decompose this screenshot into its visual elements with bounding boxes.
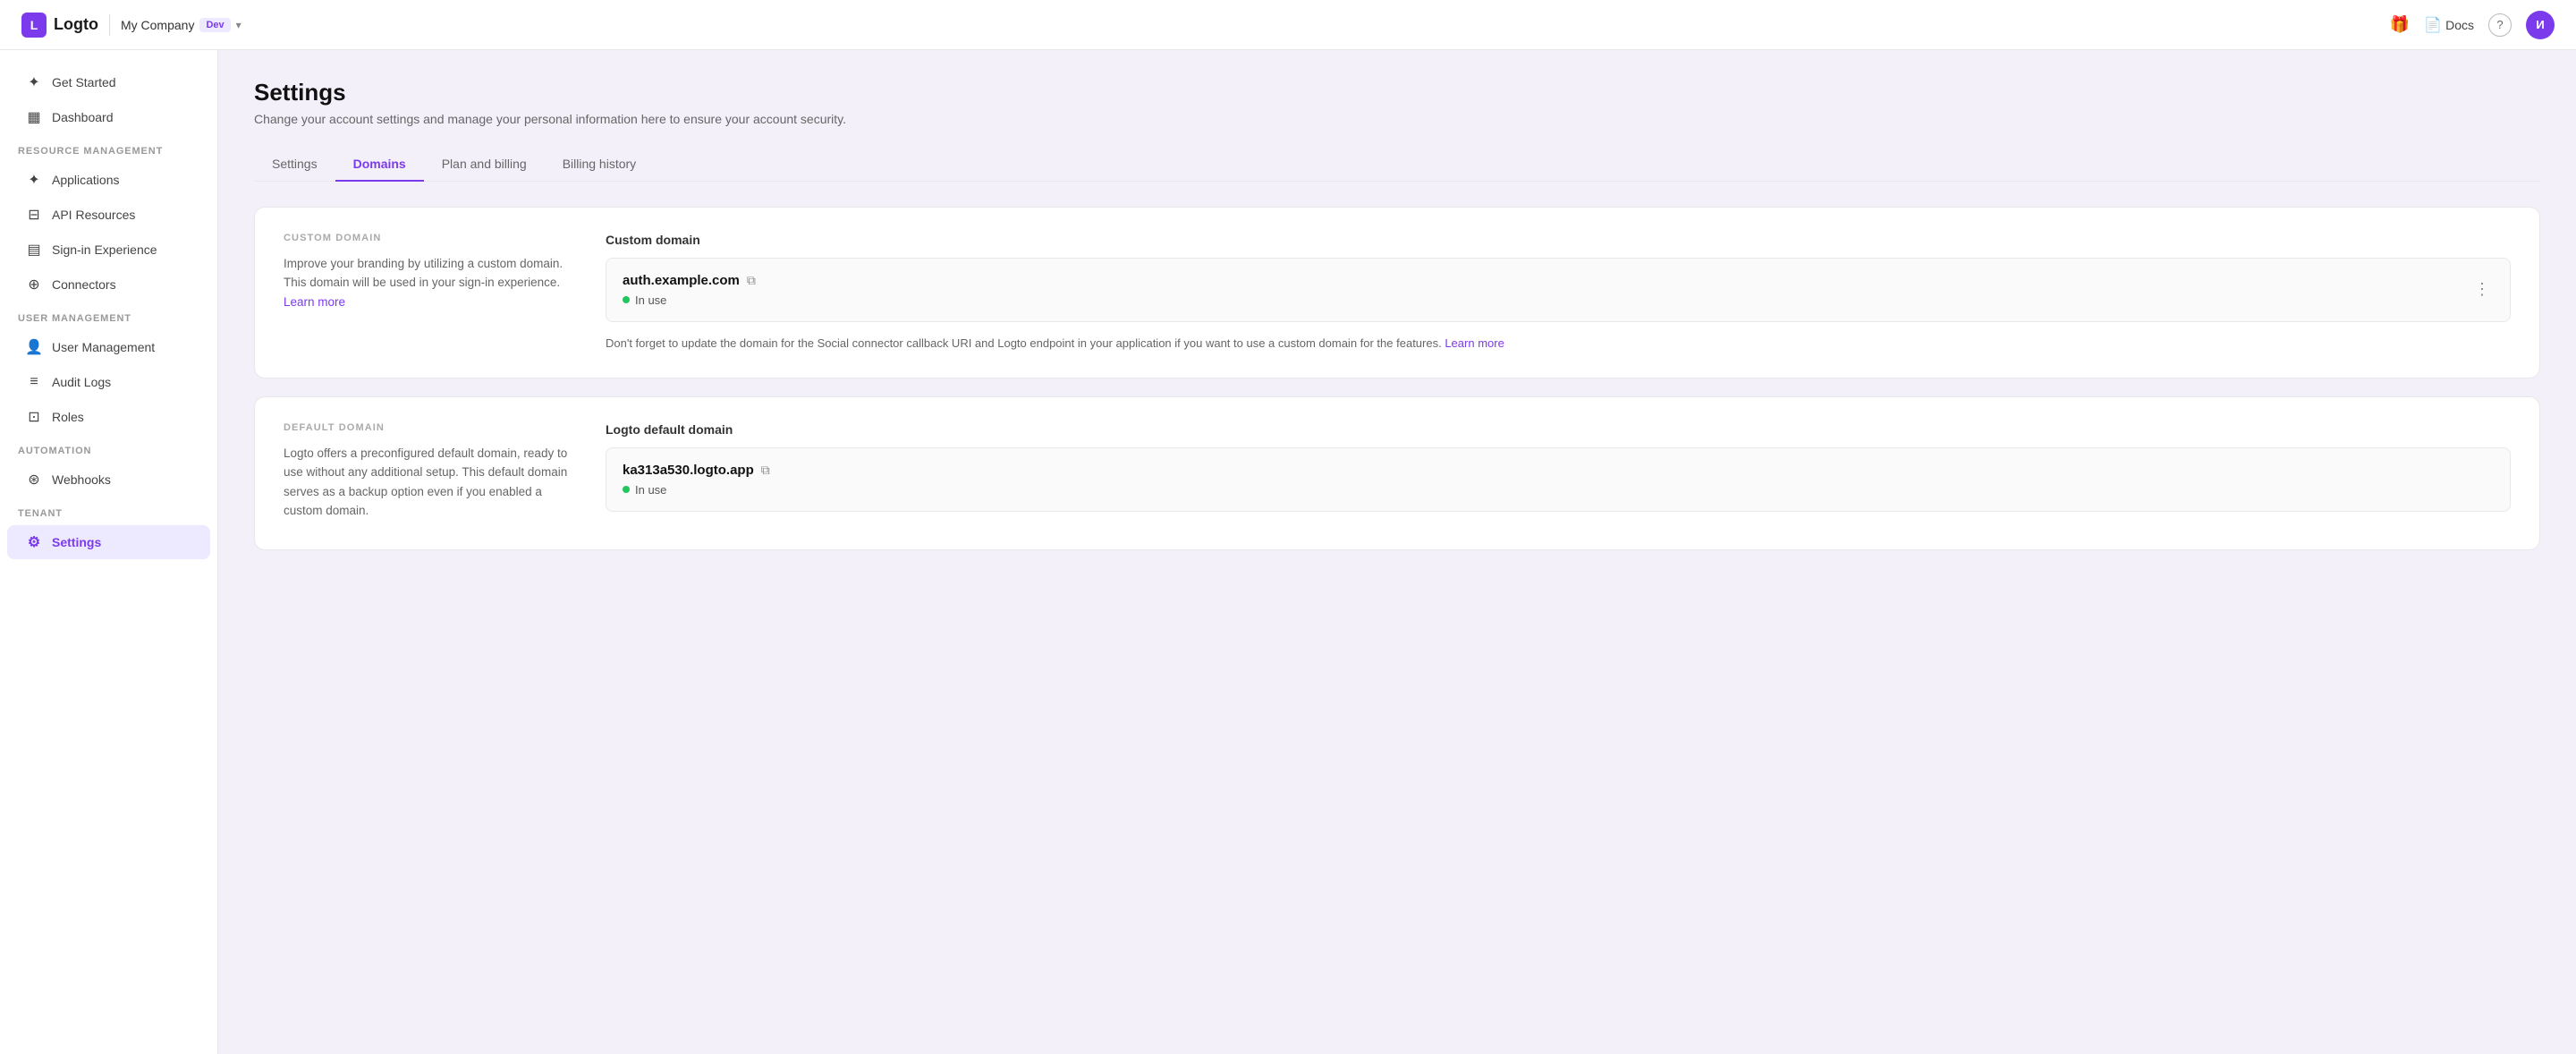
sidebar-item-connectors[interactable]: ⊕ Connectors	[7, 268, 210, 302]
default-status-dot	[623, 486, 630, 493]
resource-management-label: Resource Management	[0, 135, 217, 162]
logo: L Logto	[21, 13, 98, 38]
sidebar-item-label: Get Started	[52, 75, 116, 89]
default-domain-info: ka313a530.logto.app ⧉ In use	[623, 463, 770, 497]
get-started-icon: ✦	[25, 73, 43, 91]
default-domain-name: ka313a530.logto.app	[623, 463, 754, 478]
custom-domain-section-label: Custom Domain	[284, 233, 570, 243]
sidebar-item-label: Roles	[52, 410, 84, 424]
tenant-name: My Company	[121, 18, 194, 32]
custom-domain-right: Custom domain auth.example.com ⧉ In use …	[606, 233, 2511, 353]
user-management-section-label: User Management	[0, 302, 217, 329]
default-domain-name-row: ka313a530.logto.app ⧉	[623, 463, 770, 478]
dev-badge: Dev	[199, 18, 230, 32]
sidebar-item-webhooks[interactable]: ⊛ Webhooks	[7, 463, 210, 497]
page-title: Settings	[254, 79, 2540, 106]
default-domain-section-label: Default Domain	[284, 422, 570, 433]
page-subtitle: Change your account settings and manage …	[254, 112, 2540, 126]
sidebar-item-api-resources[interactable]: ⊟ API Resources	[7, 198, 210, 232]
custom-domain-left: Custom Domain Improve your branding by u…	[284, 233, 570, 353]
webhooks-icon: ⊛	[25, 471, 43, 489]
custom-domain-description: Improve your branding by utilizing a cus…	[284, 254, 570, 312]
settings-icon: ⚙	[25, 533, 43, 551]
automation-label: Automation	[0, 435, 217, 462]
custom-domain-notice: Don't forget to update the domain for th…	[606, 335, 2511, 353]
sidebar-item-label: API Resources	[52, 208, 135, 222]
audit-logs-icon: ≡	[25, 373, 43, 391]
sidebar-item-label: User Management	[52, 340, 155, 354]
docs-icon: 📄	[2424, 16, 2442, 34]
topbar: L Logto My Company Dev ▾ 🎁 📄 Docs ? И	[0, 0, 2576, 50]
sidebar-item-label: Applications	[52, 173, 120, 187]
sidebar-item-dashboard[interactable]: ▦ Dashboard	[7, 100, 210, 134]
layout: ✦ Get Started ▦ Dashboard Resource Manag…	[0, 50, 2576, 1054]
notice-learn-more[interactable]: Learn more	[1445, 336, 1504, 350]
topbar-right: 🎁 📄 Docs ? И	[2390, 11, 2555, 39]
gift-icon[interactable]: 🎁	[2390, 15, 2410, 34]
tab-settings[interactable]: Settings	[254, 148, 335, 182]
sidebar-item-get-started[interactable]: ✦ Get Started	[7, 65, 210, 99]
tab-billing-history[interactable]: Billing history	[545, 148, 654, 182]
sidebar-item-label: Connectors	[52, 277, 116, 292]
tab-domains[interactable]: Domains	[335, 148, 424, 182]
default-domain-description: Logto offers a preconfigured default dom…	[284, 444, 570, 521]
custom-domain-name-row: auth.example.com ⧉	[623, 273, 756, 288]
default-domain-left: Default Domain Logto offers a preconfigu…	[284, 422, 570, 524]
logo-text: Logto	[54, 15, 98, 34]
custom-domain-info: auth.example.com ⧉ In use	[623, 273, 756, 307]
custom-domain-learn-more[interactable]: Learn more	[284, 295, 345, 309]
dashboard-icon: ▦	[25, 108, 43, 126]
tab-plan-billing[interactable]: Plan and billing	[424, 148, 545, 182]
docs-label: Docs	[2445, 18, 2474, 32]
default-domain-title: Logto default domain	[606, 422, 2511, 437]
copy-icon-default[interactable]: ⧉	[761, 463, 770, 478]
custom-domain-box: auth.example.com ⧉ In use ⋮	[606, 258, 2511, 322]
sidebar-item-audit-logs[interactable]: ≡ Audit Logs	[7, 365, 210, 399]
docs-button[interactable]: 📄 Docs	[2424, 16, 2474, 34]
custom-domain-name: auth.example.com	[623, 273, 740, 288]
custom-domain-title: Custom domain	[606, 233, 2511, 247]
tabs: Settings Domains Plan and billing Billin…	[254, 148, 2540, 182]
sidebar-item-user-management[interactable]: 👤 User Management	[7, 330, 210, 364]
main-content: Settings Change your account settings an…	[218, 50, 2576, 1054]
tenant-label: Tenant	[0, 497, 217, 524]
default-domain-status-row: In use	[623, 483, 770, 497]
applications-icon: ✦	[25, 171, 43, 189]
sign-in-icon: ▤	[25, 241, 43, 259]
sidebar-item-label: Webhooks	[52, 472, 111, 487]
sidebar-item-sign-in-experience[interactable]: ▤ Sign-in Experience	[7, 233, 210, 267]
sidebar: ✦ Get Started ▦ Dashboard Resource Manag…	[0, 50, 218, 1054]
chevron-down-icon: ▾	[236, 19, 242, 31]
sidebar-item-label: Settings	[52, 535, 101, 549]
default-domain-card: Default Domain Logto offers a preconfigu…	[254, 396, 2540, 550]
api-resources-icon: ⊟	[25, 206, 43, 224]
sidebar-item-roles[interactable]: ⊡ Roles	[7, 400, 210, 434]
default-domain-box: ka313a530.logto.app ⧉ In use	[606, 447, 2511, 512]
default-domain-status: In use	[635, 483, 666, 497]
user-management-icon: 👤	[25, 338, 43, 356]
sidebar-item-label: Dashboard	[52, 110, 114, 124]
sidebar-item-label: Sign-in Experience	[52, 242, 157, 257]
connectors-icon: ⊕	[25, 276, 43, 293]
custom-domain-status-row: In use	[623, 293, 756, 307]
sidebar-item-applications[interactable]: ✦ Applications	[7, 163, 210, 197]
custom-domain-status: In use	[635, 293, 666, 307]
tenant-selector[interactable]: My Company Dev ▾	[121, 18, 242, 32]
roles-icon: ⊡	[25, 408, 43, 426]
logo-icon: L	[21, 13, 47, 38]
sidebar-item-settings[interactable]: ⚙ Settings	[7, 525, 210, 559]
copy-icon[interactable]: ⧉	[747, 273, 756, 288]
sidebar-item-label: Audit Logs	[52, 375, 111, 389]
custom-domain-card: Custom Domain Improve your branding by u…	[254, 207, 2540, 378]
avatar[interactable]: И	[2526, 11, 2555, 39]
topbar-divider	[109, 14, 110, 36]
help-icon[interactable]: ?	[2488, 13, 2512, 37]
status-dot	[623, 296, 630, 303]
default-domain-right: Logto default domain ka313a530.logto.app…	[606, 422, 2511, 524]
more-options-button[interactable]: ⋮	[2470, 276, 2494, 302]
